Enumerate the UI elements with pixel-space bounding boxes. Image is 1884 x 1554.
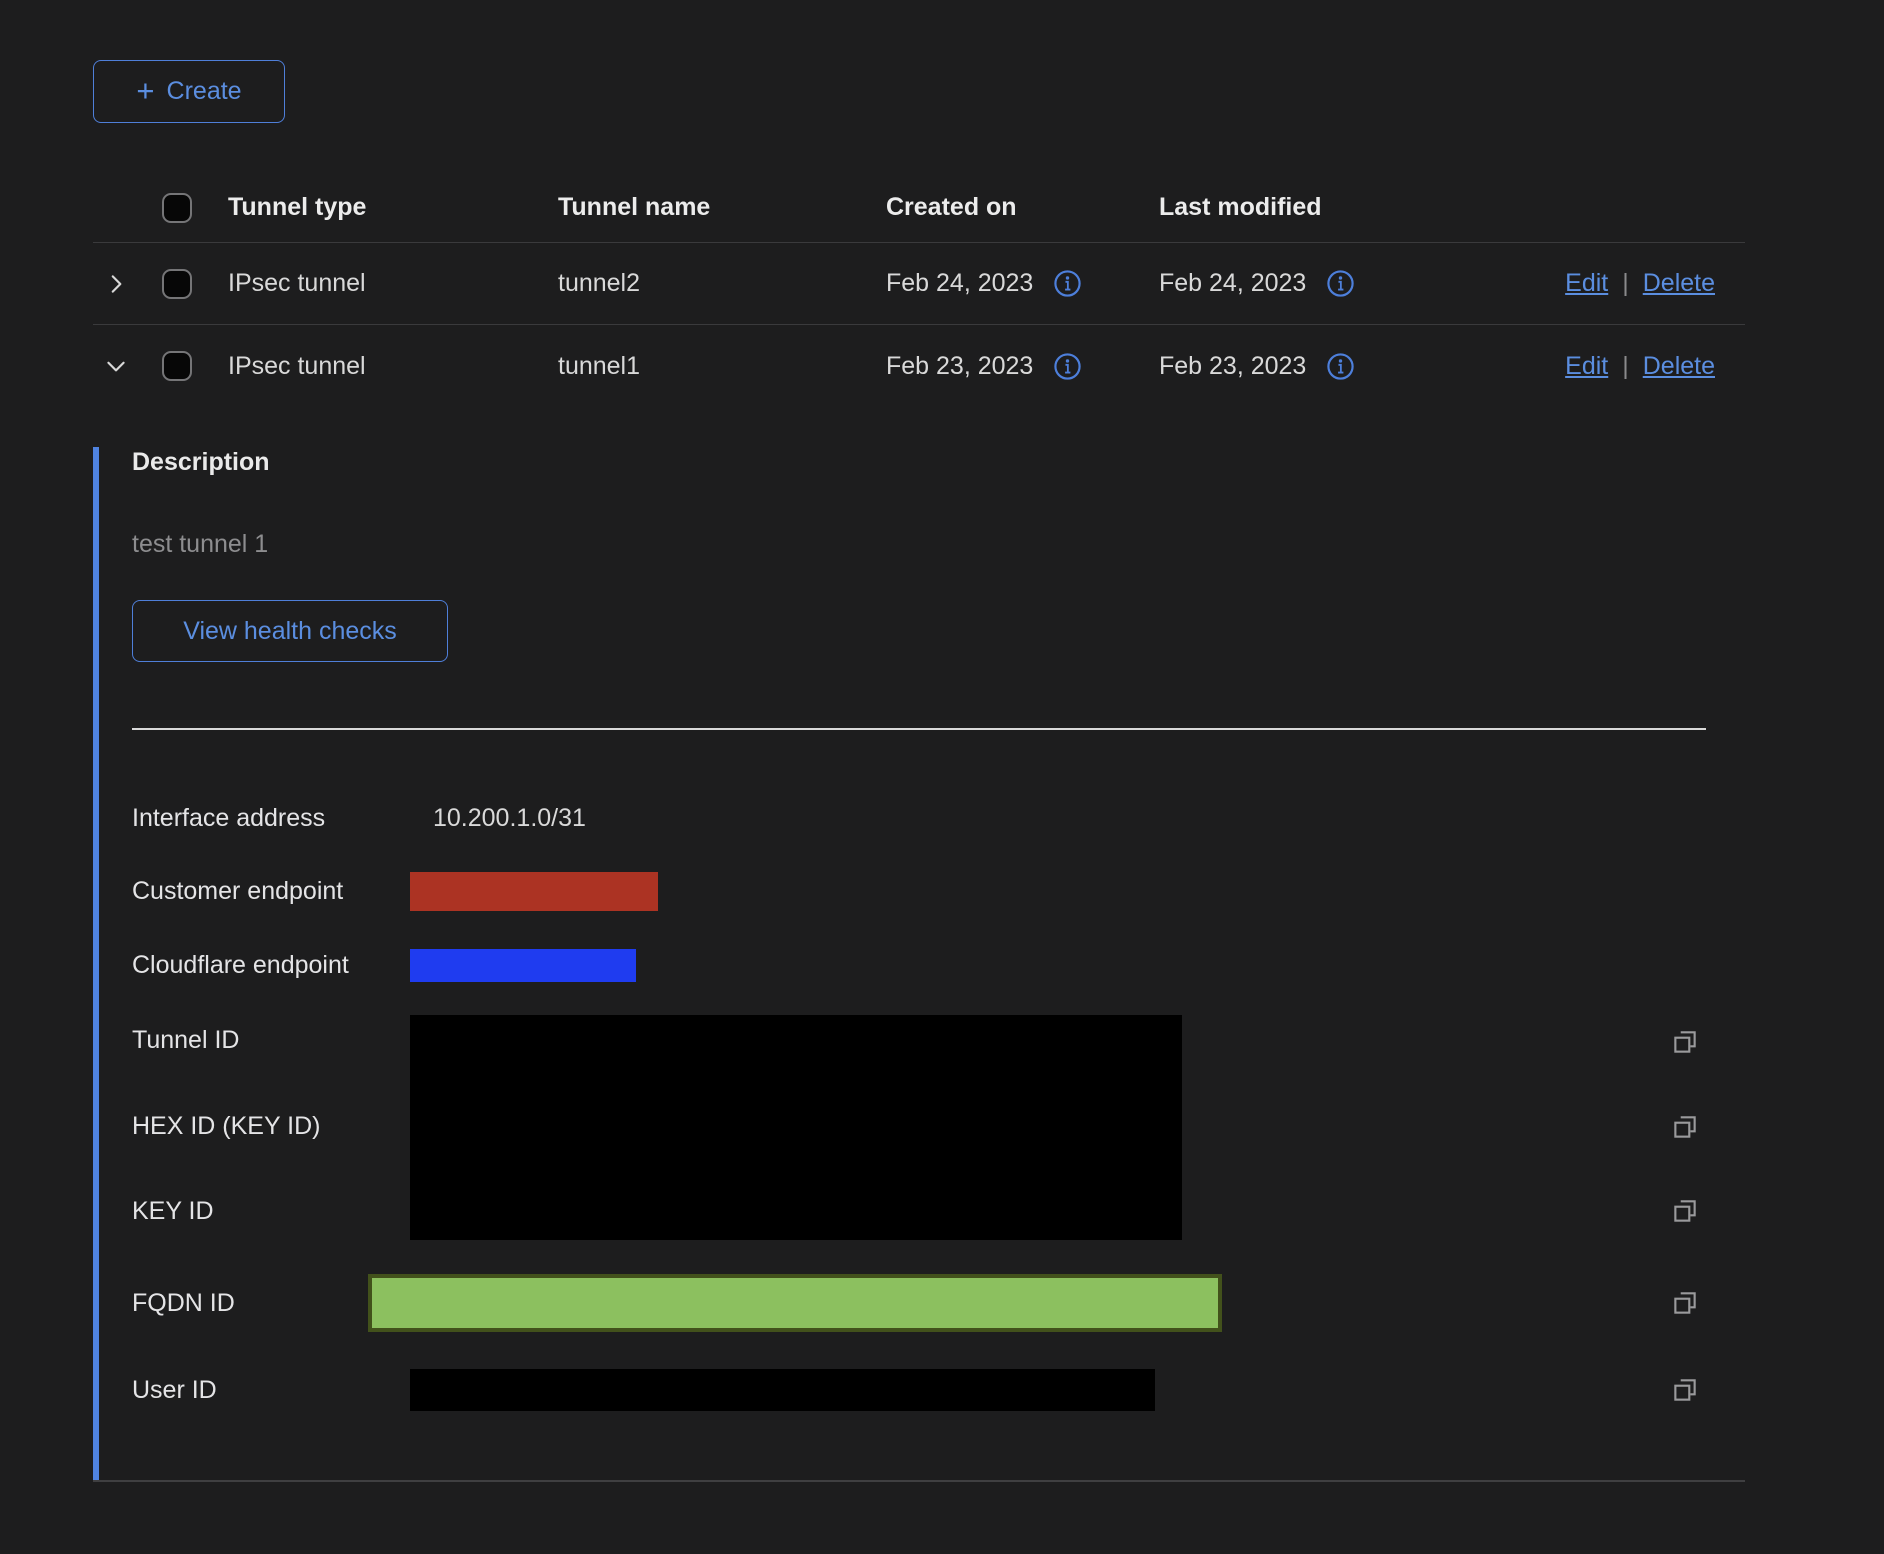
redacted-customer-endpoint <box>410 872 658 911</box>
copy-key-id-button[interactable] <box>1670 1196 1700 1226</box>
header-tunnel-name: Tunnel name <box>558 193 886 222</box>
redacted-user-id <box>410 1369 1155 1411</box>
copy-icon <box>1670 1196 1700 1226</box>
chevron-down-icon <box>103 353 129 379</box>
copy-fqdn-id-button[interactable] <box>1670 1288 1700 1318</box>
actions-separator: | <box>1622 352 1629 381</box>
cloudflare-endpoint-row: Cloudflare endpoint <box>132 942 1745 988</box>
field-label: Cloudflare endpoint <box>132 951 410 980</box>
edit-link[interactable]: Edit <box>1565 352 1608 381</box>
delete-link[interactable]: Delete <box>1643 352 1715 381</box>
fqdn-id-row: FQDN ID <box>132 1274 1745 1332</box>
info-icon[interactable] <box>1326 352 1355 381</box>
copy-icon <box>1670 1112 1700 1142</box>
tunnel-name-cell: tunnel1 <box>558 352 886 381</box>
copy-user-id-button[interactable] <box>1670 1375 1700 1405</box>
copy-hex-id-button[interactable] <box>1670 1112 1700 1142</box>
customer-endpoint-row: Customer endpoint <box>132 868 1745 914</box>
copy-icon <box>1670 1375 1700 1405</box>
view-health-checks-button[interactable]: View health checks <box>132 600 448 662</box>
redacted-tunnel-ids <box>410 1015 1182 1240</box>
header-tunnel-type: Tunnel type <box>228 193 558 222</box>
interface-address-value: 10.200.1.0/31 <box>410 804 586 833</box>
interface-address-row: Interface address 10.200.1.0/31 <box>132 788 1745 848</box>
header-last-modified: Last modified <box>1159 193 1445 222</box>
description-value: test tunnel 1 <box>132 529 1745 559</box>
info-icon[interactable] <box>1326 269 1355 298</box>
field-label: Tunnel ID <box>132 1025 410 1055</box>
description-heading: Description <box>132 447 1745 477</box>
field-label: HEX ID (KEY ID) <box>132 1111 410 1141</box>
table-row: IPsec tunnel tunnel1 Feb 23, 2023 Feb 23… <box>93 325 1745 407</box>
copy-icon <box>1670 1027 1700 1057</box>
collapse-row-button[interactable] <box>93 353 141 379</box>
table-row: IPsec tunnel tunnel2 Feb 24, 2023 Feb 24… <box>93 243 1745 325</box>
field-label: Customer endpoint <box>132 877 410 906</box>
info-icon[interactable] <box>1053 352 1082 381</box>
user-id-row: User ID <box>132 1369 1745 1411</box>
last-modified-cell: Feb 24, 2023 <box>1159 269 1306 298</box>
create-button-label: Create <box>167 77 242 106</box>
redacted-fqdn-id <box>368 1274 1222 1332</box>
created-on-cell: Feb 23, 2023 <box>886 352 1033 381</box>
tunnel-name-cell: tunnel2 <box>558 269 886 298</box>
field-label: Interface address <box>132 804 410 833</box>
table-header-row: Tunnel type Tunnel name Created on Last … <box>93 173 1745 243</box>
tunnel-ids-group: Tunnel ID HEX ID (KEY ID) KEY ID <box>132 1015 1745 1240</box>
copy-icon <box>1670 1288 1700 1318</box>
copy-tunnel-id-button[interactable] <box>1670 1027 1700 1057</box>
tunnel-details-panel: Description test tunnel 1 View health ch… <box>93 447 1745 1480</box>
redacted-cloudflare-endpoint <box>410 949 636 982</box>
created-on-cell: Feb 24, 2023 <box>886 269 1033 298</box>
plus-icon: + <box>136 75 154 106</box>
tunnel-type-cell: IPsec tunnel <box>228 352 558 381</box>
last-modified-cell: Feb 23, 2023 <box>1159 352 1306 381</box>
table-bottom-divider <box>93 1480 1745 1482</box>
chevron-right-icon <box>103 271 129 297</box>
row-checkbox[interactable] <box>162 351 192 381</box>
create-button[interactable]: + Create <box>93 60 285 123</box>
field-label: User ID <box>132 1376 410 1405</box>
delete-link[interactable]: Delete <box>1643 269 1715 298</box>
row-checkbox[interactable] <box>162 269 192 299</box>
actions-separator: | <box>1622 269 1629 298</box>
header-created-on: Created on <box>886 193 1159 222</box>
field-label: KEY ID <box>132 1196 410 1226</box>
edit-link[interactable]: Edit <box>1565 269 1608 298</box>
section-divider <box>132 728 1706 730</box>
tunnel-type-cell: IPsec tunnel <box>228 269 558 298</box>
expand-row-button[interactable] <box>93 271 141 297</box>
page-content: + Create Tunnel type Tunnel name Created… <box>93 0 1745 1482</box>
select-all-checkbox[interactable] <box>162 193 192 223</box>
tunnels-table: Tunnel type Tunnel name Created on Last … <box>93 173 1745 1482</box>
info-icon[interactable] <box>1053 269 1082 298</box>
